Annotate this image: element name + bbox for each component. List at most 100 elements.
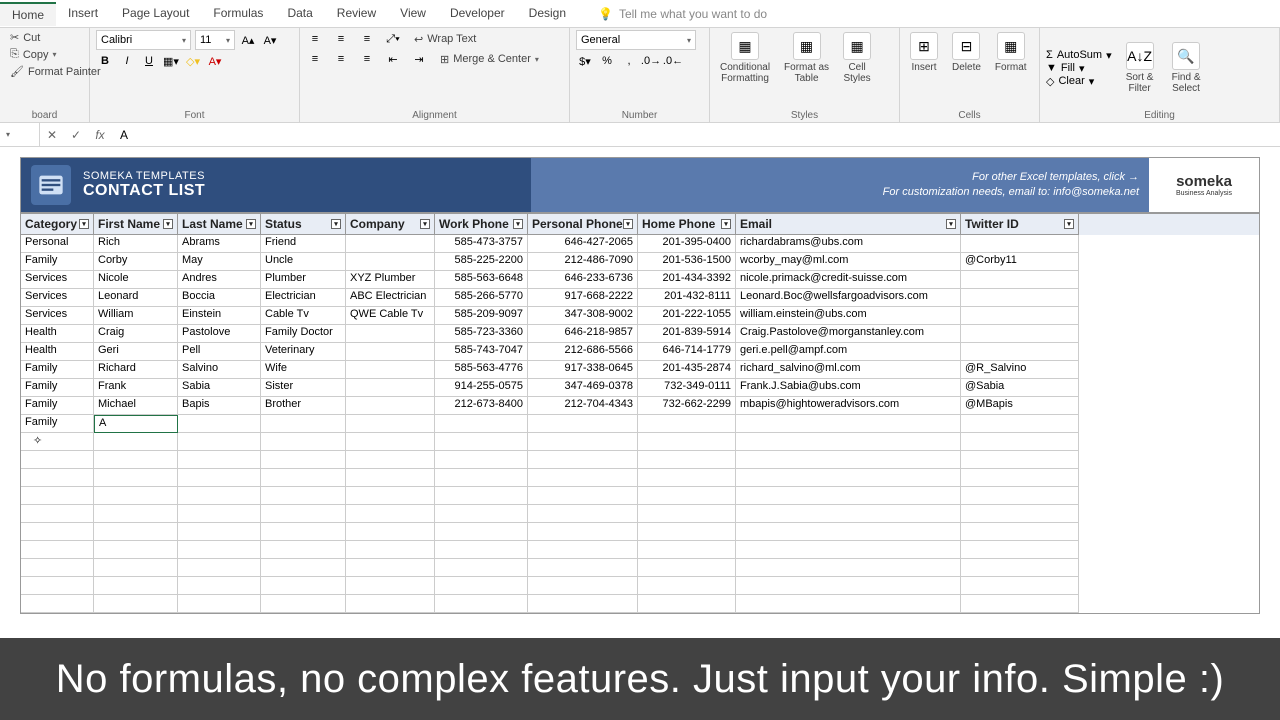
cell[interactable] (736, 577, 961, 595)
cell[interactable]: Family (21, 397, 94, 415)
cell[interactable] (346, 379, 435, 397)
cell[interactable]: 201-434-3392 (638, 271, 736, 289)
cell[interactable] (736, 523, 961, 541)
cell[interactable] (638, 469, 736, 487)
cell[interactable] (346, 415, 435, 433)
column-header-last-name[interactable]: Last Name▾ (178, 214, 261, 235)
cell[interactable]: 917-338-0645 (528, 361, 638, 379)
cell[interactable] (736, 451, 961, 469)
cell[interactable]: Einstein (178, 307, 261, 325)
cell[interactable]: 914-255-0575 (435, 379, 528, 397)
cell[interactable] (961, 289, 1079, 307)
cell[interactable] (528, 433, 638, 451)
cell[interactable]: 212-686-5566 (528, 343, 638, 361)
dec-decimal-button[interactable]: .0← (664, 52, 682, 70)
bold-button[interactable]: B (96, 52, 114, 70)
cell[interactable] (261, 595, 346, 613)
cell[interactable]: Sabia (178, 379, 261, 397)
cell[interactable] (435, 469, 528, 487)
cell[interactable]: Andres (178, 271, 261, 289)
cell[interactable]: Family (21, 253, 94, 271)
cell[interactable]: 201-222-1055 (638, 307, 736, 325)
filter-dropdown-icon[interactable]: ▾ (1064, 219, 1074, 229)
cell[interactable]: William (94, 307, 178, 325)
cell[interactable] (346, 253, 435, 271)
cell[interactable] (178, 595, 261, 613)
cell[interactable]: Services (21, 289, 94, 307)
cell[interactable] (528, 469, 638, 487)
cell[interactable] (435, 415, 528, 433)
tab-insert[interactable]: Insert (56, 2, 110, 26)
cell[interactable] (261, 577, 346, 595)
cell[interactable]: Family (21, 379, 94, 397)
cell[interactable] (736, 469, 961, 487)
cell[interactable] (94, 559, 178, 577)
cell-styles-button[interactable]: ▦Cell Styles (839, 30, 875, 106)
cell[interactable]: Veterinary (261, 343, 346, 361)
cell[interactable]: 201-395-0400 (638, 235, 736, 253)
cell[interactable] (346, 595, 435, 613)
font-size-select[interactable]: 11▾ (195, 30, 235, 50)
other-templates-link[interactable]: For other Excel templates, click → (883, 170, 1139, 185)
cell[interactable] (94, 541, 178, 559)
cell[interactable]: Uncle (261, 253, 346, 271)
italic-button[interactable]: I (118, 52, 136, 70)
filter-dropdown-icon[interactable]: ▾ (420, 219, 430, 229)
cell[interactable]: richardabrams@ubs.com (736, 235, 961, 253)
cell[interactable] (528, 595, 638, 613)
formula-input[interactable]: A (112, 128, 1280, 142)
cell[interactable]: May (178, 253, 261, 271)
cut-button[interactable]: ✂Cut (6, 30, 83, 45)
cell[interactable] (94, 487, 178, 505)
cell[interactable]: Family (21, 361, 94, 379)
cell[interactable]: 585-209-9097 (435, 307, 528, 325)
cell[interactable] (638, 505, 736, 523)
cell[interactable]: 585-266-5770 (435, 289, 528, 307)
cell[interactable] (346, 397, 435, 415)
cell[interactable] (261, 541, 346, 559)
cell[interactable]: Abrams (178, 235, 261, 253)
filter-dropdown-icon[interactable]: ▾ (331, 219, 341, 229)
wrap-text-button[interactable]: ↩Wrap Text (410, 32, 480, 47)
cell[interactable] (178, 505, 261, 523)
cell[interactable]: Salvino (178, 361, 261, 379)
cell[interactable]: QWE Cable Tv (346, 307, 435, 325)
cell[interactable]: 646-714-1779 (638, 343, 736, 361)
cell[interactable]: Michael (94, 397, 178, 415)
column-header-status[interactable]: Status▾ (261, 214, 346, 235)
cell[interactable]: Family Doctor (261, 325, 346, 343)
cell[interactable]: Craig.Pastolove@morganstanley.com (736, 325, 961, 343)
cell[interactable] (178, 577, 261, 595)
cell[interactable] (261, 415, 346, 433)
cell[interactable] (346, 325, 435, 343)
cell[interactable] (178, 559, 261, 577)
cell[interactable]: william.einstein@ubs.com (736, 307, 961, 325)
cell[interactable]: ✧ (21, 433, 94, 451)
cell[interactable]: Wife (261, 361, 346, 379)
cell[interactable]: 646-427-2065 (528, 235, 638, 253)
cell[interactable]: Frank (94, 379, 178, 397)
cell[interactable]: Corby (94, 253, 178, 271)
cell[interactable] (435, 487, 528, 505)
cell[interactable]: Nicole (94, 271, 178, 289)
cell[interactable]: Brother (261, 397, 346, 415)
cell[interactable]: geri.e.pell@ampf.com (736, 343, 961, 361)
cell[interactable]: 585-563-4776 (435, 361, 528, 379)
filter-dropdown-icon[interactable]: ▾ (623, 219, 633, 229)
fill-color-button[interactable]: ◇▾ (184, 52, 202, 70)
cell[interactable] (21, 577, 94, 595)
copy-button[interactable]: ⎘Copy▾ (6, 47, 83, 62)
cell[interactable] (961, 325, 1079, 343)
cell[interactable] (94, 433, 178, 451)
cell[interactable] (435, 595, 528, 613)
cell[interactable]: wcorby_may@ml.com (736, 253, 961, 271)
cell[interactable] (435, 577, 528, 595)
cell[interactable] (961, 415, 1079, 433)
cell[interactable]: Boccia (178, 289, 261, 307)
font-color-button[interactable]: A▾ (206, 52, 224, 70)
column-header-personal-phone[interactable]: Personal Phone▾ (528, 214, 638, 235)
cell[interactable] (178, 541, 261, 559)
cell[interactable]: Personal (21, 235, 94, 253)
clear-button[interactable]: ◇ Clear ▾ (1046, 75, 1112, 88)
cell[interactable] (346, 433, 435, 451)
